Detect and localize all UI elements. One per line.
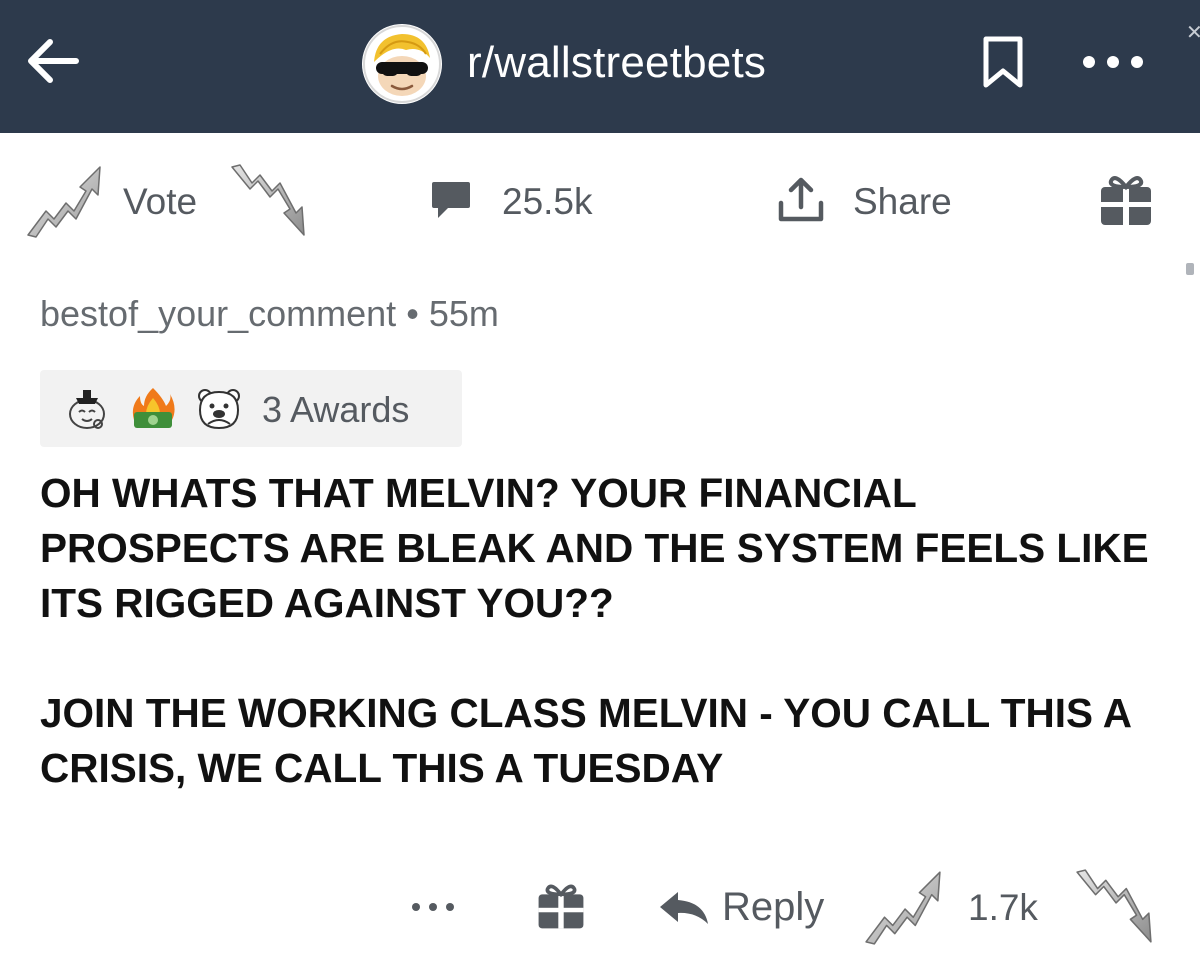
awards-chip[interactable]: 3 Awards: [40, 370, 462, 447]
gift-award-icon[interactable]: [1097, 171, 1155, 229]
gift-award-icon[interactable]: [535, 880, 587, 932]
comment-bubble-icon[interactable]: [430, 180, 472, 220]
comment-author[interactable]: bestof_your_comment: [40, 293, 396, 334]
bear-face-icon: [198, 389, 240, 430]
comment-count[interactable]: 25.5k: [502, 181, 593, 223]
post-action-bar: Vote 25.5k Share: [0, 133, 1200, 258]
more-dots-icon[interactable]: [411, 902, 455, 912]
share-icon[interactable]: [776, 175, 826, 225]
downvote-arrow-icon[interactable]: [1073, 866, 1155, 948]
upvote-stonks-arrow-icon[interactable]: [24, 161, 104, 241]
upvote-stonks-arrow-icon[interactable]: [862, 866, 944, 948]
comment-meta: bestof_your_comment • 55m: [40, 293, 499, 335]
meta-separator: •: [406, 293, 419, 334]
comment-score: 1.7k: [968, 887, 1038, 928]
money-fire-icon: [132, 388, 175, 428]
bookmark-icon[interactable]: [980, 35, 1026, 91]
wholesome-seal-icon: [69, 390, 105, 429]
reply-button[interactable]: Reply: [722, 885, 824, 930]
reply-arrow-icon[interactable]: [658, 890, 710, 926]
share-button[interactable]: Share: [853, 181, 952, 223]
subreddit-name[interactable]: r/wallstreetbets: [467, 38, 766, 88]
scrollbar-thumb[interactable]: [1186, 263, 1194, 275]
close-edge-icon: ✕: [1186, 22, 1200, 44]
subreddit-avatar-icon[interactable]: [362, 24, 442, 104]
top-nav-bar: r/wallstreetbets ✕: [0, 0, 1200, 133]
awards-count-label: 3 Awards: [262, 389, 410, 430]
arrow-left-icon[interactable]: [22, 30, 84, 92]
comment-body: OH WHATS THAT MELVIN? YOUR FINANCIAL PRO…: [40, 466, 1170, 796]
comment-age: 55m: [428, 293, 499, 334]
downvote-arrow-icon[interactable]: [228, 161, 308, 241]
comment-paragraph: OH WHATS THAT MELVIN? YOUR FINANCIAL PRO…: [40, 470, 1149, 626]
comment-paragraph: JOIN THE WORKING CLASS MELVIN - YOU CALL…: [40, 690, 1131, 791]
comment-action-bar: Reply 1.7k: [0, 860, 1200, 956]
more-dots-icon[interactable]: [1080, 47, 1146, 77]
vote-label: Vote: [123, 181, 198, 222]
